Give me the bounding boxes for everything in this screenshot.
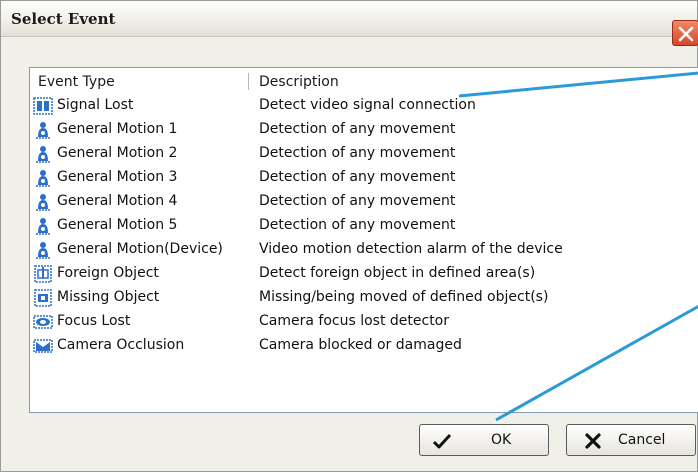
description-cell: Detection of any movement <box>259 145 456 161</box>
list-item[interactable]: General Motion(Device) Video motion detec… <box>30 238 698 262</box>
event-type-cell: General Motion 5 <box>57 217 178 233</box>
motion-icon <box>33 192 53 212</box>
event-type-cell: General Motion 3 <box>57 169 178 185</box>
list-item[interactable]: General Motion 3 Detection of any movemen… <box>30 166 698 190</box>
list-item[interactable]: Focus Lost Camera focus lost detector <box>30 310 698 334</box>
list-item[interactable]: General Motion 2 Detection of any movemen… <box>30 142 698 166</box>
motion-icon <box>33 240 53 260</box>
list-item[interactable]: Missing Object Missing/being moved of def… <box>30 286 698 310</box>
signal-lost-icon <box>33 96 53 116</box>
description-cell: Video motion detection alarm of the devi… <box>259 241 563 257</box>
title-bar: Select Event <box>1 1 697 37</box>
list-item[interactable]: General Motion 5 Detection of any movemen… <box>30 214 698 238</box>
x-icon <box>585 433 601 449</box>
event-type-cell: General Motion 4 <box>57 193 178 209</box>
close-button[interactable] <box>672 20 698 46</box>
missing-object-icon <box>33 288 53 308</box>
event-type-cell: Camera Occlusion <box>57 337 185 353</box>
motion-icon <box>33 216 53 236</box>
description-cell: Missing/being moved of defined object(s) <box>259 289 549 305</box>
motion-icon <box>33 120 53 140</box>
motion-icon <box>33 144 53 164</box>
occlusion-icon <box>33 336 53 356</box>
list-header: Event Type Description <box>30 68 698 94</box>
list-item[interactable]: General Motion 1 Detection of any movemen… <box>30 118 698 142</box>
event-type-cell: General Motion(Device) <box>57 241 223 257</box>
event-type-cell: Foreign Object <box>57 265 159 281</box>
checkmark-icon <box>432 433 452 449</box>
description-cell: Detection of any movement <box>259 193 456 209</box>
cancel-button-label: Cancel <box>618 432 666 448</box>
description-cell: Detection of any movement <box>259 121 456 137</box>
event-list[interactable]: Event Type Description Signal Lost Detect… <box>29 67 698 413</box>
description-cell: Detection of any movement <box>259 217 456 233</box>
cancel-button[interactable]: Cancel <box>566 424 696 456</box>
list-rows: Signal Lost Detect video signal connectio… <box>30 94 698 358</box>
ok-button-label: OK <box>491 432 512 448</box>
event-type-cell: Signal Lost <box>57 97 134 113</box>
foreign-object-icon <box>33 264 53 284</box>
column-header-event-type[interactable]: Event Type <box>38 74 115 90</box>
close-icon <box>678 26 694 42</box>
description-cell: Camera blocked or damaged <box>259 337 462 353</box>
ok-button[interactable]: OK <box>419 424 549 456</box>
focus-lost-icon <box>33 312 53 332</box>
column-header-description[interactable]: Description <box>259 74 339 90</box>
list-item[interactable]: Foreign Object Detect foreign object in d… <box>30 262 698 286</box>
list-item[interactable]: Signal Lost Detect video signal connectio… <box>30 94 698 118</box>
dialog-title: Select Event <box>11 10 116 28</box>
event-type-cell: General Motion 1 <box>57 121 178 137</box>
list-item[interactable]: General Motion 4 Detection of any movemen… <box>30 190 698 214</box>
list-item[interactable]: Camera Occlusion Camera blocked or damage… <box>30 334 698 358</box>
event-type-cell: General Motion 2 <box>57 145 178 161</box>
description-cell: Camera focus lost detector <box>259 313 449 329</box>
description-cell: Detect foreign object in defined area(s) <box>259 265 536 281</box>
event-type-cell: Focus Lost <box>57 313 131 329</box>
description-cell: Detect video signal connection <box>259 97 476 113</box>
motion-icon <box>33 168 53 188</box>
event-type-cell: Missing Object <box>57 289 160 305</box>
description-cell: Detection of any movement <box>259 169 456 185</box>
select-event-dialog: Select Event Event Type Description Sign… <box>0 0 698 472</box>
column-divider[interactable] <box>248 73 249 90</box>
